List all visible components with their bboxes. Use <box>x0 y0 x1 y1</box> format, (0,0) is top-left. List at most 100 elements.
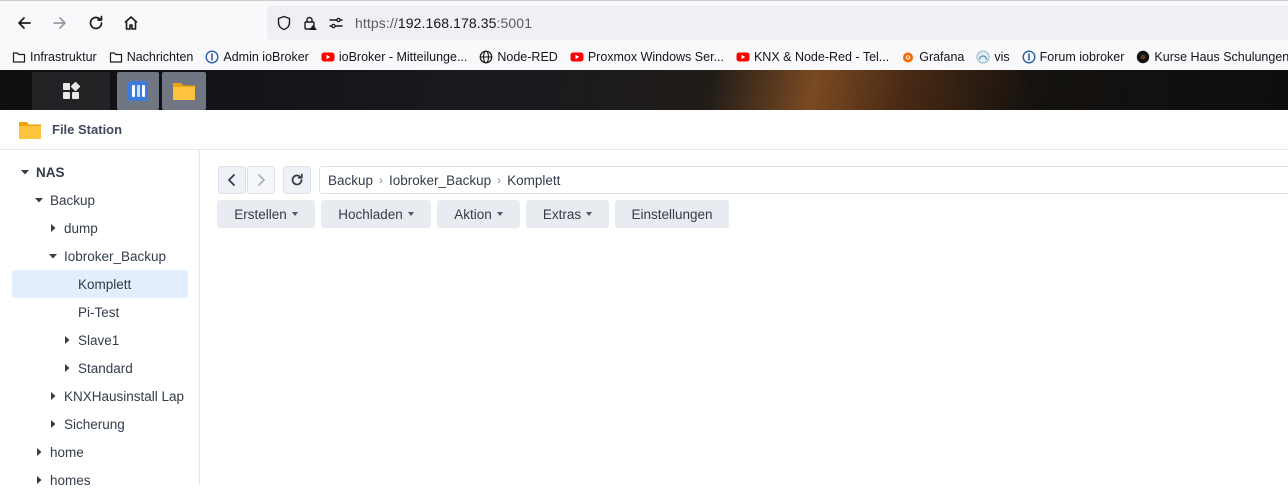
permissions-icon[interactable] <box>327 14 345 32</box>
tree-item-sicherung[interactable]: Sicherung <box>12 410 188 438</box>
back-button[interactable] <box>10 9 38 37</box>
bookmark-label: Kurse Haus Schulungen <box>1154 50 1288 64</box>
url-port: :5001 <box>496 15 533 31</box>
tree-item-slave1[interactable]: Slave1 <box>12 326 188 354</box>
caret-right-icon[interactable] <box>34 475 44 485</box>
bookmark-forum-iobroker[interactable]: Forum iobroker <box>1022 50 1124 64</box>
lock-warning-icon[interactable] <box>301 14 319 32</box>
caret-down-icon <box>291 212 298 216</box>
tree-item-label: home <box>50 444 84 460</box>
tree-item-pi-test[interactable]: Pi-Test <box>12 298 188 326</box>
bookmark-infrastruktur[interactable]: Infrastruktur <box>12 50 97 64</box>
shield-icon[interactable] <box>275 14 293 32</box>
address-bar[interactable]: https://192.168.178.35:5001 <box>267 6 1288 40</box>
reload-button[interactable] <box>82 9 110 37</box>
bookmark-node-red[interactable]: Node-RED <box>479 50 558 64</box>
file-station-window: File Station NAS Backup dump Iobroker_Ba… <box>0 110 1288 488</box>
tree-item-backup[interactable]: Backup <box>12 186 188 214</box>
bookmark-proxmox[interactable]: Proxmox Windows Ser... <box>570 50 724 64</box>
arrow-left-icon <box>18 17 31 29</box>
caret-right-icon[interactable] <box>34 447 44 457</box>
taskbar-app-control-panel[interactable] <box>117 72 159 110</box>
forward-button[interactable] <box>46 9 74 37</box>
bookmark-label: Node-RED <box>497 50 558 64</box>
upload-label: Hochladen <box>338 206 403 222</box>
caret-right-icon[interactable] <box>48 391 58 401</box>
upload-button[interactable]: Hochladen <box>321 200 431 228</box>
bookmark-grafana[interactable]: Grafana <box>901 50 964 64</box>
tree-item-label: homes <box>50 472 91 488</box>
tree-item-standard[interactable]: Standard <box>12 354 188 382</box>
youtube-icon <box>570 50 584 64</box>
caret-down-icon[interactable] <box>20 167 30 177</box>
caret-right-icon[interactable] <box>48 419 58 429</box>
folder-icon <box>109 50 123 64</box>
tree-item-iobroker-backup[interactable]: Iobroker_Backup <box>12 242 188 270</box>
tree-item-label: Slave1 <box>78 332 120 348</box>
main-menu-button[interactable] <box>32 72 110 110</box>
youtube-icon <box>321 50 335 64</box>
folder-icon <box>173 83 195 100</box>
bookmark-label: Proxmox Windows Ser... <box>587 50 724 64</box>
bookmark-label: vis <box>994 50 1010 64</box>
breadcrumb-item[interactable]: Iobroker_Backup <box>389 173 491 188</box>
caret-right-icon[interactable] <box>48 223 58 233</box>
dsm-taskbar <box>0 70 1288 110</box>
bookmark-kurse-haus-schulungen[interactable]: Kurse Haus Schulungen <box>1136 50 1288 64</box>
window-titlebar[interactable]: File Station <box>0 110 1288 150</box>
chevron-right-icon <box>258 174 265 186</box>
tree-item-label: Standard <box>78 360 133 376</box>
create-button[interactable]: Erstellen <box>217 200 315 228</box>
file-station-icon <box>19 121 41 139</box>
tree-item-komplett[interactable]: Komplett <box>12 270 188 298</box>
bookmarks-bar: Infrastruktur Nachrichten Admin ioBroker… <box>0 44 1288 70</box>
taskbar-app-file-station[interactable] <box>162 72 206 110</box>
breadcrumb-item[interactable]: Komplett <box>507 173 560 188</box>
action-button[interactable]: Aktion <box>437 200 520 228</box>
youtube-icon <box>736 50 750 64</box>
caret-down-icon[interactable] <box>48 251 58 261</box>
chevron-left-icon <box>228 174 235 186</box>
tree-item-home[interactable]: home <box>12 438 188 466</box>
settings-button[interactable]: Einstellungen <box>615 200 729 228</box>
path-breadcrumb[interactable]: Backup › Iobroker_Backup › Komplett <box>319 166 1288 194</box>
tree-item-label: Komplett <box>78 276 132 292</box>
home-button[interactable] <box>117 9 145 37</box>
breadcrumb-separator-icon: › <box>379 173 384 187</box>
tree-item-label: KNXHausinstall Lap <box>64 388 185 404</box>
tree-item-nas[interactable]: NAS <box>12 158 188 186</box>
caret-down-icon[interactable] <box>34 195 44 205</box>
tree-item-knxhausinstall[interactable]: KNXHausinstall Lap <box>12 382 188 410</box>
bookmark-nachrichten[interactable]: Nachrichten <box>109 50 194 64</box>
tree-item-label: dump <box>64 220 98 236</box>
extras-button[interactable]: Extras <box>526 200 609 228</box>
tree-item-homes[interactable]: homes <box>12 466 188 494</box>
forward-nav-button[interactable] <box>247 166 275 194</box>
url-host: 192.168.178.35 <box>397 15 497 31</box>
url-scheme: https:// <box>355 15 398 31</box>
breadcrumb-item[interactable]: Backup <box>328 173 373 188</box>
back-nav-button[interactable] <box>218 166 246 194</box>
folder-icon <box>12 50 26 64</box>
bookmark-label: ioBroker - Mitteilunge... <box>338 50 468 64</box>
tree-item-label: Pi-Test <box>78 304 120 320</box>
bookmark-admin-iobroker[interactable]: Admin ioBroker <box>205 50 309 64</box>
globe-icon <box>479 50 493 64</box>
bookmark-label: Grafana <box>919 50 965 64</box>
caret-right-icon[interactable] <box>62 335 72 345</box>
bookmark-vis[interactable]: vis <box>976 50 1010 64</box>
bookmark-label: Nachrichten <box>126 50 194 64</box>
grid-menu-icon <box>63 81 81 99</box>
tree-item-label: Sicherung <box>64 416 125 432</box>
breadcrumb-separator-icon: › <box>497 173 502 187</box>
bookmark-iobroker-mitteilungen[interactable]: ioBroker - Mitteilunge... <box>321 50 468 64</box>
caret-down-icon <box>586 212 593 216</box>
control-panel-icon <box>128 81 148 101</box>
tree-item-dump[interactable]: dump <box>12 214 188 242</box>
refresh-button[interactable] <box>283 166 311 194</box>
bookmark-knx-node-red[interactable]: KNX & Node-Red - Tel... <box>736 50 889 64</box>
refresh-icon <box>291 173 303 186</box>
bookmark-label: KNX & Node-Red - Tel... <box>753 50 890 64</box>
url-text[interactable]: https://192.168.178.35:5001 <box>355 15 532 31</box>
caret-right-icon[interactable] <box>62 363 72 373</box>
